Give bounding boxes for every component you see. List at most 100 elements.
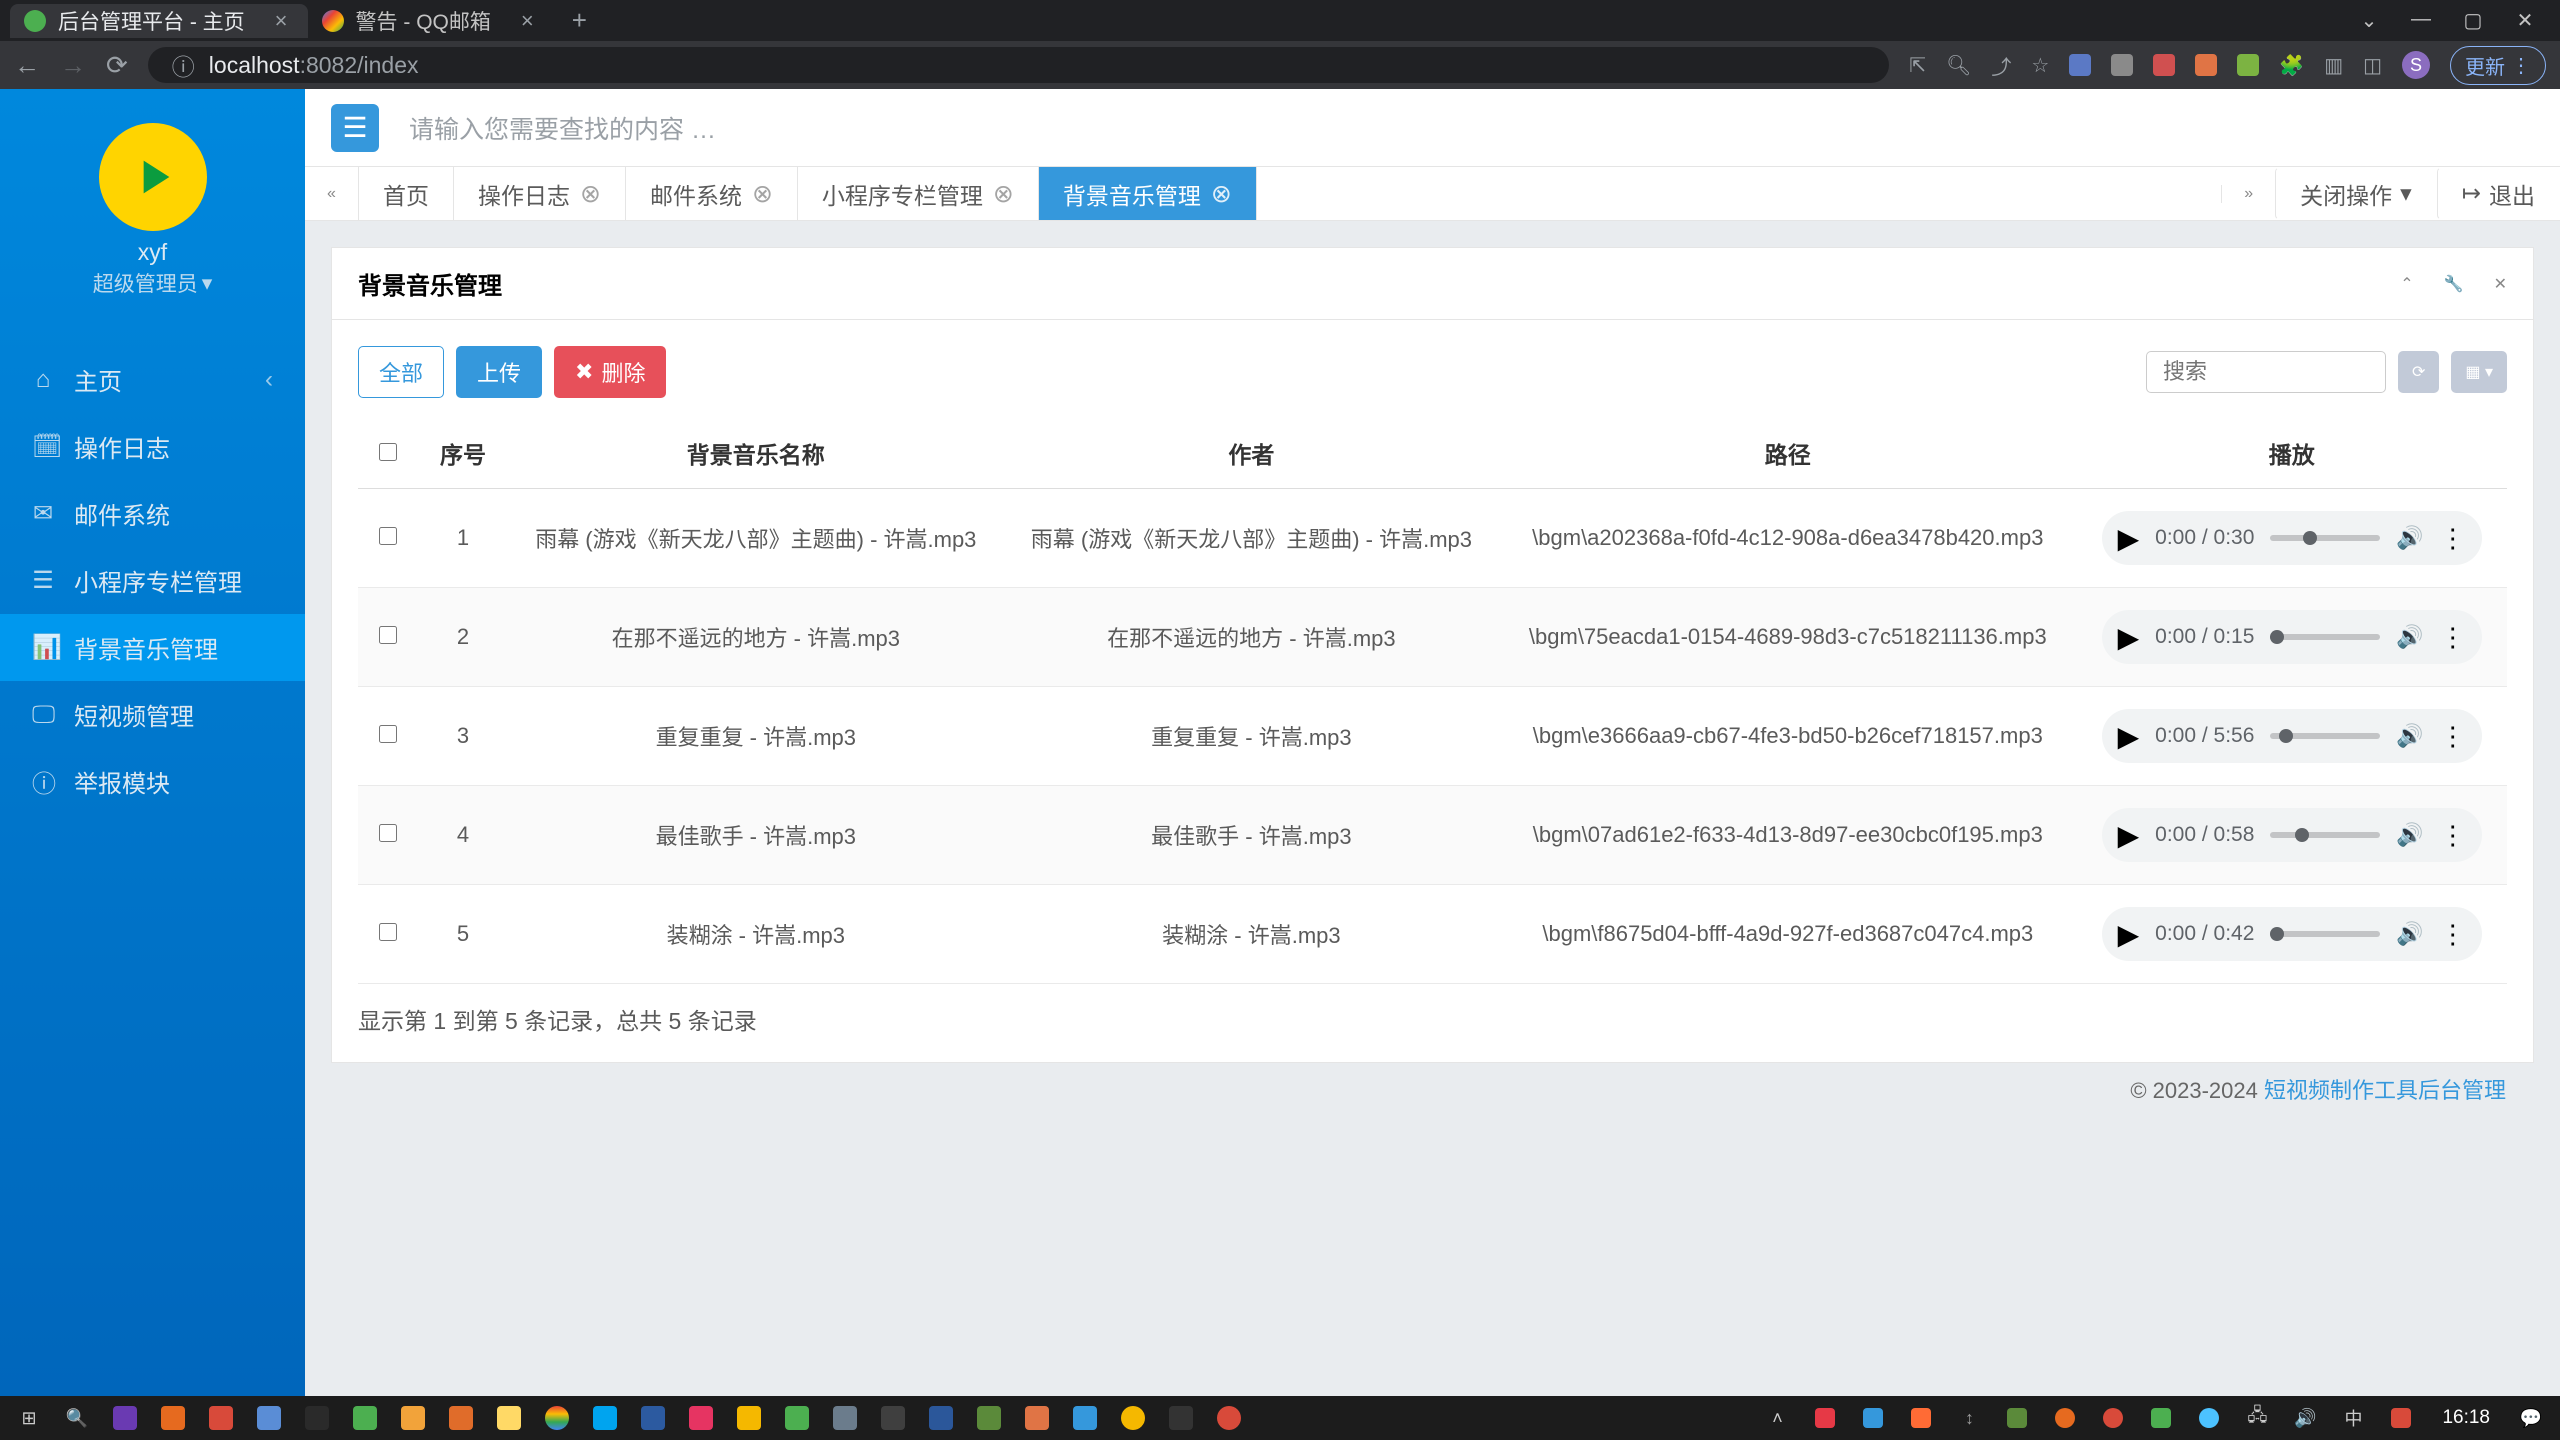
row-checkbox[interactable] [379, 626, 397, 644]
sidebar-item[interactable]: 📊背景音乐管理 [0, 614, 305, 681]
collapse-icon[interactable]: ⌃ [2400, 274, 2413, 294]
page-tab[interactable]: 邮件系统⊗ [626, 167, 798, 220]
kebab-icon[interactable]: ⋮ [2440, 622, 2466, 653]
tray-up-icon[interactable]: ˄ [1756, 1400, 1798, 1436]
tabs-scroll-right-icon[interactable]: » [2221, 185, 2275, 203]
maximize-icon[interactable]: ▢ [2458, 8, 2488, 33]
kebab-icon[interactable]: ⋮ [2440, 919, 2466, 950]
ime-icon[interactable]: 中 [2332, 1400, 2374, 1436]
new-tab-button[interactable]: + [572, 5, 587, 36]
sidebar-item[interactable]: 🖵短视频管理 [0, 681, 305, 748]
tab-close-icon[interactable]: × [521, 8, 534, 34]
table-search-input[interactable] [2146, 351, 2386, 393]
sidebar-item[interactable]: ☰小程序专栏管理 [0, 547, 305, 614]
volume-icon[interactable]: 🔊 [2284, 1400, 2326, 1436]
network-icon[interactable]: 🖧 [2236, 1400, 2278, 1436]
sidebar-item[interactable]: 🗓操作日志 [0, 413, 305, 480]
share-icon[interactable]: ⇱ [1909, 53, 1926, 78]
row-checkbox[interactable] [379, 725, 397, 743]
page-tab[interactable]: 小程序专栏管理⊗ [798, 167, 1039, 220]
tab-close-icon[interactable]: ⊗ [993, 179, 1014, 209]
menu-toggle-button[interactable]: ☰ [331, 104, 379, 152]
url-bar[interactable]: ⓘ localhost:8082/index [148, 47, 1889, 83]
row-checkbox[interactable] [379, 923, 397, 941]
column-header[interactable]: 播放 [2076, 418, 2507, 489]
ext-icon[interactable] [2153, 54, 2175, 76]
filter-all-button[interactable]: 全部 [358, 346, 444, 398]
close-icon[interactable]: ✕ [2510, 8, 2540, 33]
notification-icon[interactable]: 💬 [2510, 1400, 2552, 1436]
chevron-down-icon[interactable]: ⌄ [2354, 8, 2384, 33]
search-icon[interactable]: 🔍 [56, 1400, 98, 1436]
tab-close-icon[interactable]: × [275, 8, 288, 34]
volume-icon[interactable]: 🔊 [2396, 624, 2423, 650]
side-panel-icon[interactable]: ◫ [2363, 53, 2382, 78]
play-icon[interactable]: ▶ [2118, 819, 2140, 852]
ext-icon[interactable] [2069, 54, 2091, 76]
play-icon[interactable]: ▶ [2118, 522, 2140, 555]
ext-icon[interactable] [2237, 54, 2259, 76]
browser-tab-1[interactable]: 后台管理平台 - 主页 × [10, 4, 308, 38]
page-tab[interactable]: 首页 [359, 167, 454, 220]
logout-button[interactable]: ↦ 退出 [2437, 167, 2560, 220]
start-icon[interactable]: ⊞ [8, 1400, 50, 1436]
refresh-button[interactable]: ⟳ [2398, 351, 2439, 393]
column-header[interactable]: 作者 [1004, 418, 1500, 489]
play-icon[interactable]: ▶ [2118, 720, 2140, 753]
delete-button[interactable]: ✖删除 [554, 346, 666, 398]
taskbar-clock[interactable]: 16:18 [2428, 1407, 2504, 1429]
settings-icon[interactable]: 🔧 [2444, 274, 2464, 294]
volume-icon[interactable]: 🔊 [2396, 723, 2423, 749]
audio-track[interactable] [2270, 832, 2380, 838]
row-checkbox[interactable] [379, 527, 397, 545]
select-all-checkbox[interactable] [379, 443, 397, 461]
kebab-icon[interactable]: ⋮ [2440, 523, 2466, 554]
extensions-icon[interactable]: 🧩 [2279, 53, 2304, 78]
volume-icon[interactable]: 🔊 [2396, 525, 2423, 551]
column-header[interactable]: 背景音乐名称 [508, 418, 1004, 489]
browser-tab-2[interactable]: 警告 - QQ邮箱 × [308, 4, 554, 38]
sidebar-item[interactable]: ⓘ举报模块 [0, 748, 305, 815]
audio-track[interactable] [2270, 733, 2380, 739]
user-role-dropdown[interactable]: 超级管理员▾ [93, 268, 213, 298]
play-icon[interactable]: ▶ [2118, 918, 2140, 951]
columns-button[interactable]: ▦ ▾ [2451, 351, 2507, 393]
reload-icon[interactable]: ⟳ [106, 50, 128, 81]
close-panel-icon[interactable]: ✕ [2494, 274, 2507, 294]
zoom-icon[interactable]: 🔍︎ [1946, 53, 1971, 78]
play-icon[interactable]: ▶ [2118, 621, 2140, 654]
column-header[interactable]: 序号 [418, 418, 508, 489]
kebab-icon[interactable]: ⋮ [2440, 820, 2466, 851]
site-info-icon[interactable]: ⓘ [172, 48, 195, 82]
profile-avatar-icon[interactable]: S [2402, 51, 2430, 79]
tabs-scroll-left-icon[interactable]: « [305, 167, 359, 220]
tray-icon[interactable]: ↕ [1948, 1400, 1990, 1436]
update-button[interactable]: 更新⋮ [2450, 46, 2546, 85]
ext-icon[interactable] [2195, 54, 2217, 76]
page-tab[interactable]: 背景音乐管理⊗ [1039, 167, 1257, 220]
reading-list-icon[interactable]: ▥ [2324, 53, 2343, 78]
global-search-input[interactable]: 请输入您需要查找的内容 … [409, 110, 716, 146]
back-icon[interactable]: ← [14, 50, 40, 81]
minimize-icon[interactable]: — [2406, 8, 2436, 33]
column-header[interactable]: 路径 [1499, 418, 2076, 489]
audio-track[interactable] [2270, 634, 2380, 640]
upload-button[interactable]: 上传 [456, 346, 542, 398]
kebab-icon[interactable]: ⋮ [2440, 721, 2466, 752]
footer-link[interactable]: 短视频制作工具后台管理 [2264, 1078, 2506, 1103]
ext-icon[interactable] [2111, 54, 2133, 76]
tab-close-icon[interactable]: ⊗ [752, 179, 773, 209]
translate-icon[interactable]: ⤴ [1991, 51, 2011, 80]
audio-track[interactable] [2270, 931, 2380, 937]
forward-icon[interactable]: → [60, 50, 86, 81]
audio-track[interactable] [2270, 535, 2380, 541]
tab-close-icon[interactable]: ⊗ [1211, 179, 1232, 209]
page-tab[interactable]: 操作日志⊗ [454, 167, 626, 220]
sidebar-item[interactable]: ✉邮件系统 [0, 480, 305, 547]
close-ops-dropdown[interactable]: 关闭操作 ▾ [2275, 167, 2437, 220]
tab-close-icon[interactable]: ⊗ [580, 179, 601, 209]
volume-icon[interactable]: 🔊 [2396, 921, 2423, 947]
sidebar-item[interactable]: ⌂主页‹ [0, 346, 305, 413]
star-icon[interactable]: ☆ [2031, 53, 2049, 78]
volume-icon[interactable]: 🔊 [2396, 822, 2423, 848]
